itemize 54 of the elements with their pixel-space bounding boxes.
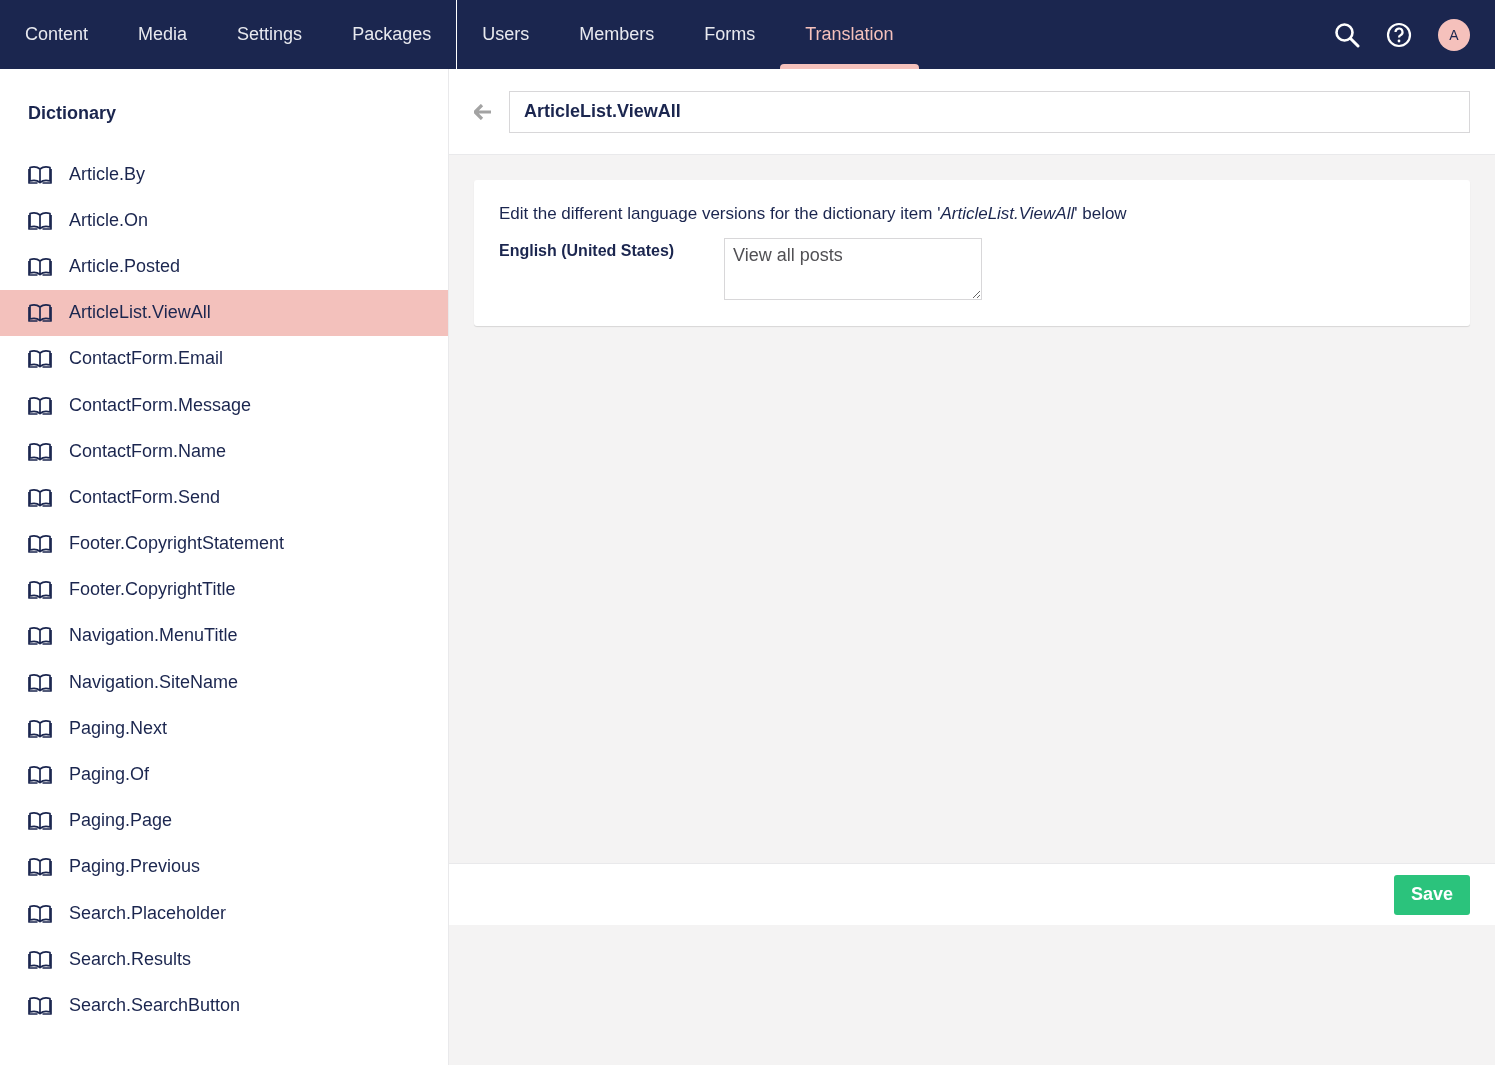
- book-icon: [28, 534, 52, 554]
- dictionary-item[interactable]: Article.Posted: [0, 243, 448, 290]
- dictionary-item[interactable]: ContactForm.Message: [0, 381, 448, 429]
- section-tab[interactable]: Packages: [327, 0, 457, 69]
- dictionary-item[interactable]: Paging.Of: [0, 751, 448, 798]
- dictionary-item[interactable]: ContactForm.Send: [0, 474, 448, 521]
- book-icon: [28, 949, 52, 969]
- book-icon: [28, 487, 52, 507]
- dictionary-item[interactable]: Article.On: [0, 197, 448, 244]
- dictionary-item[interactable]: Footer.CopyrightTitle: [0, 566, 448, 613]
- user-avatar[interactable]: A: [1438, 18, 1470, 51]
- dictionary-item[interactable]: Search.SearchButton: [0, 982, 448, 1029]
- book-icon: [28, 303, 52, 323]
- book-icon: [28, 672, 52, 692]
- book-icon: [28, 626, 52, 646]
- dictionary-item[interactable]: ArticleList.ViewAll: [0, 289, 448, 336]
- book-icon: [28, 903, 52, 923]
- dictionary-item[interactable]: ContactForm.Email: [0, 335, 448, 382]
- help-icon[interactable]: [1386, 21, 1412, 48]
- section-tab[interactable]: Settings: [212, 0, 328, 69]
- book-icon: [28, 580, 52, 600]
- dictionary-item[interactable]: ContactForm.Name: [0, 428, 448, 475]
- book-icon: [28, 441, 52, 461]
- dictionary-item[interactable]: Footer.CopyrightStatement: [0, 520, 448, 567]
- sidebar-title: Dictionary: [27, 102, 118, 125]
- dictionary-item[interactable]: Article.By: [0, 151, 448, 198]
- search-icon[interactable]: [1334, 21, 1360, 48]
- book-icon: [28, 857, 52, 877]
- dictionary-item[interactable]: Search.Results: [0, 936, 448, 983]
- translation-field[interactable]: View all posts: [724, 238, 982, 300]
- book-icon: [28, 718, 52, 738]
- dictionary-item[interactable]: Navigation.MenuTitle: [0, 612, 448, 660]
- book-icon: [28, 256, 52, 276]
- dictionary-item[interactable]: Navigation.SiteName: [0, 659, 448, 706]
- book-icon: [28, 395, 52, 415]
- book-icon: [28, 164, 52, 184]
- book-icon: [28, 811, 52, 831]
- book-icon: [28, 210, 52, 230]
- dictionary-item[interactable]: Paging.Next: [0, 705, 448, 752]
- book-icon: [28, 765, 52, 785]
- section-tab[interactable]: Members: [554, 0, 680, 69]
- book-icon: [28, 995, 52, 1015]
- section-tab[interactable]: Media: [113, 0, 213, 69]
- item-name-field[interactable]: ArticleList.ViewAll: [509, 90, 1470, 133]
- dictionary-item[interactable]: Search.Placeholder: [0, 890, 448, 937]
- section-tab[interactable]: Forms: [679, 0, 781, 69]
- dictionary-item[interactable]: Paging.Page: [0, 797, 448, 844]
- section-tab[interactable]: Users: [457, 0, 555, 69]
- section-tab[interactable]: Translation: [780, 0, 919, 69]
- section-tab[interactable]: Content: [0, 0, 114, 69]
- language-label: English (United States): [499, 241, 676, 260]
- book-icon: [28, 349, 52, 369]
- dictionary-item[interactable]: Paging.Previous: [0, 843, 448, 890]
- description-text: Edit the different language versions for the dictionary item 'ArticleList.ViewAll' below: [499, 204, 1128, 224]
